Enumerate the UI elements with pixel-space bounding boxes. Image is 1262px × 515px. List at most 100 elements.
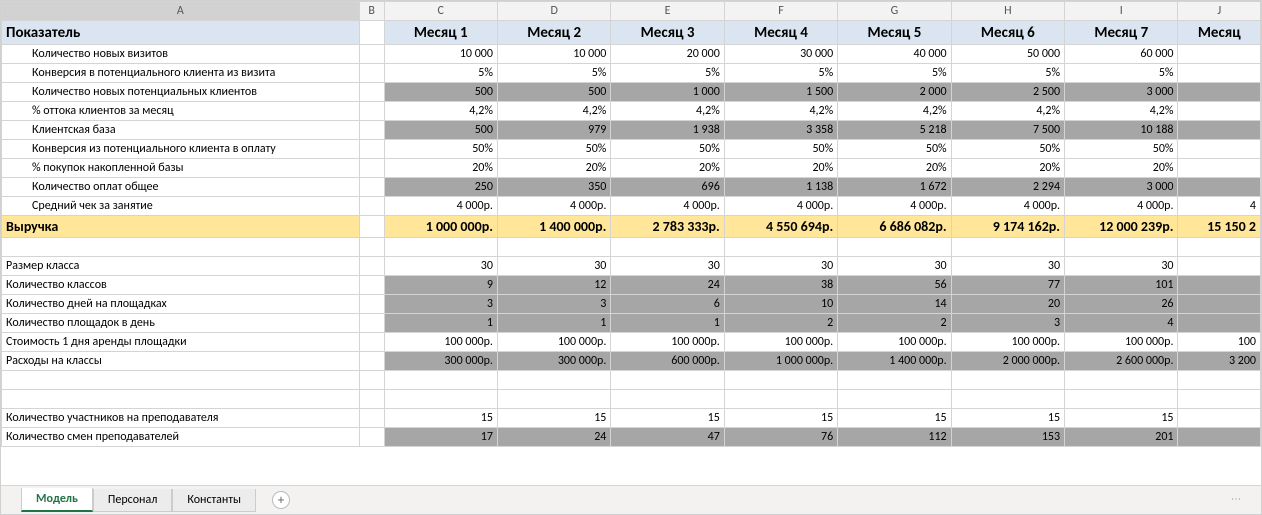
cell[interactable] bbox=[359, 83, 384, 102]
cell[interactable]: 250 bbox=[384, 178, 497, 197]
cell[interactable]: 2 600 000р. bbox=[1065, 352, 1178, 371]
row-label[interactable]: Конверсия в потенциального клиента из ви… bbox=[2, 64, 360, 83]
cell[interactable]: 1 000 bbox=[611, 83, 724, 102]
cell[interactable] bbox=[359, 428, 384, 447]
cell[interactable] bbox=[359, 333, 384, 352]
row-label[interactable]: Стоимость 1 дня аренды площадки bbox=[2, 333, 360, 352]
cell[interactable]: 4 000р. bbox=[838, 197, 951, 216]
cell[interactable] bbox=[1178, 121, 1261, 140]
cell[interactable] bbox=[1178, 257, 1261, 276]
row-label[interactable]: Расходы на классы bbox=[2, 352, 360, 371]
month-header[interactable]: Месяц 5 bbox=[838, 21, 951, 45]
month-header[interactable]: Месяц 7 bbox=[1065, 21, 1178, 45]
revenue-val[interactable]: 6 686 082р. bbox=[838, 216, 951, 238]
cell[interactable]: 100 000р. bbox=[384, 333, 497, 352]
cell[interactable] bbox=[1178, 159, 1261, 178]
cell[interactable] bbox=[611, 371, 724, 390]
cell[interactable]: 7 500 bbox=[951, 121, 1064, 140]
cell[interactable]: 50% bbox=[384, 140, 497, 159]
cell[interactable]: 100 000р. bbox=[611, 333, 724, 352]
cell[interactable]: 4,2% bbox=[838, 102, 951, 121]
col-header-G[interactable]: G bbox=[838, 2, 951, 21]
sheet-options-icon[interactable]: ⋮ bbox=[1230, 494, 1243, 506]
cell[interactable]: 4,2% bbox=[497, 102, 610, 121]
sheet-area[interactable]: A B C D E F G H I J Показатель Месяц 1 М… bbox=[1, 1, 1261, 485]
cell[interactable]: 600 000р. bbox=[611, 352, 724, 371]
cell[interactable] bbox=[359, 45, 384, 64]
cell[interactable] bbox=[497, 371, 610, 390]
cell[interactable]: 300 000р. bbox=[384, 352, 497, 371]
cell[interactable] bbox=[1178, 371, 1261, 390]
cell[interactable]: 24 bbox=[497, 428, 610, 447]
cell[interactable]: 300 000р. bbox=[497, 352, 610, 371]
cell[interactable] bbox=[724, 238, 837, 257]
col-header-E[interactable]: E bbox=[611, 2, 724, 21]
cell[interactable] bbox=[497, 238, 610, 257]
cell[interactable] bbox=[359, 216, 384, 238]
month-header[interactable]: Месяц 1 bbox=[384, 21, 497, 45]
cell[interactable] bbox=[724, 371, 837, 390]
cell[interactable] bbox=[1065, 390, 1178, 409]
revenue-val[interactable]: 9 174 162р. bbox=[951, 216, 1064, 238]
cell[interactable]: 56 bbox=[838, 276, 951, 295]
sheet-tab-model[interactable]: Модель bbox=[21, 488, 93, 512]
row-label[interactable]: Количество площадок в день bbox=[2, 314, 360, 333]
cell[interactable]: 50% bbox=[724, 140, 837, 159]
cell[interactable] bbox=[359, 102, 384, 121]
cell[interactable]: 100 000р. bbox=[724, 333, 837, 352]
revenue-val[interactable]: 1 000 000р. bbox=[384, 216, 497, 238]
cell[interactable]: 10 188 bbox=[1065, 121, 1178, 140]
cell[interactable] bbox=[359, 276, 384, 295]
cell[interactable]: 4 000р. bbox=[611, 197, 724, 216]
month-header[interactable]: Месяц 3 bbox=[611, 21, 724, 45]
cell[interactable]: 100 bbox=[1178, 333, 1261, 352]
cell[interactable]: 38 bbox=[724, 276, 837, 295]
col-header-D[interactable]: D bbox=[497, 2, 610, 21]
cell[interactable] bbox=[384, 371, 497, 390]
row-label[interactable]: Размер класса bbox=[2, 257, 360, 276]
cell[interactable] bbox=[359, 121, 384, 140]
cell[interactable] bbox=[1178, 409, 1261, 428]
row-label[interactable]: % покупок накопленной базы bbox=[2, 159, 360, 178]
cell[interactable]: 5% bbox=[384, 64, 497, 83]
cell[interactable]: 76 bbox=[724, 428, 837, 447]
cell[interactable]: 12 bbox=[497, 276, 610, 295]
cell[interactable]: 30 bbox=[611, 257, 724, 276]
cell[interactable] bbox=[359, 257, 384, 276]
cell[interactable]: 3 000 bbox=[1065, 83, 1178, 102]
cell[interactable]: 5% bbox=[1065, 64, 1178, 83]
cell[interactable] bbox=[497, 390, 610, 409]
cell[interactable]: 1 138 bbox=[724, 178, 837, 197]
section-header-label[interactable]: Показатель bbox=[2, 21, 360, 45]
cell[interactable]: 4,2% bbox=[724, 102, 837, 121]
cell[interactable]: 30 000 bbox=[724, 45, 837, 64]
col-header-I[interactable]: I bbox=[1065, 2, 1178, 21]
cell[interactable]: 4 000р. bbox=[951, 197, 1064, 216]
cell[interactable] bbox=[1178, 314, 1261, 333]
cell[interactable]: 9 bbox=[384, 276, 497, 295]
cell[interactable]: 4 bbox=[1178, 197, 1261, 216]
cell[interactable]: 500 bbox=[497, 83, 610, 102]
cell[interactable] bbox=[359, 295, 384, 314]
col-header-A[interactable]: A bbox=[2, 2, 360, 21]
month-header[interactable]: Месяц 2 bbox=[497, 21, 610, 45]
cell[interactable] bbox=[359, 314, 384, 333]
col-header-H[interactable]: H bbox=[951, 2, 1064, 21]
cell[interactable]: 30 bbox=[497, 257, 610, 276]
col-header-F[interactable]: F bbox=[724, 2, 837, 21]
cell[interactable]: 4,2% bbox=[611, 102, 724, 121]
revenue-val[interactable]: 12 000 239р. bbox=[1065, 216, 1178, 238]
cell[interactable]: 10 000 bbox=[497, 45, 610, 64]
cell[interactable]: 14 bbox=[838, 295, 951, 314]
col-header-C[interactable]: C bbox=[384, 2, 497, 21]
cell[interactable]: 3 200 bbox=[1178, 352, 1261, 371]
cell[interactable] bbox=[838, 371, 951, 390]
cell[interactable]: 10 000 bbox=[384, 45, 497, 64]
cell[interactable]: 30 bbox=[384, 257, 497, 276]
cell[interactable] bbox=[1178, 102, 1261, 121]
cell[interactable] bbox=[1065, 371, 1178, 390]
revenue-val[interactable]: 1 400 000р. bbox=[497, 216, 610, 238]
cell[interactable]: 60 000 bbox=[1065, 45, 1178, 64]
cell[interactable] bbox=[1178, 238, 1261, 257]
cell[interactable]: 2 000 bbox=[838, 83, 951, 102]
